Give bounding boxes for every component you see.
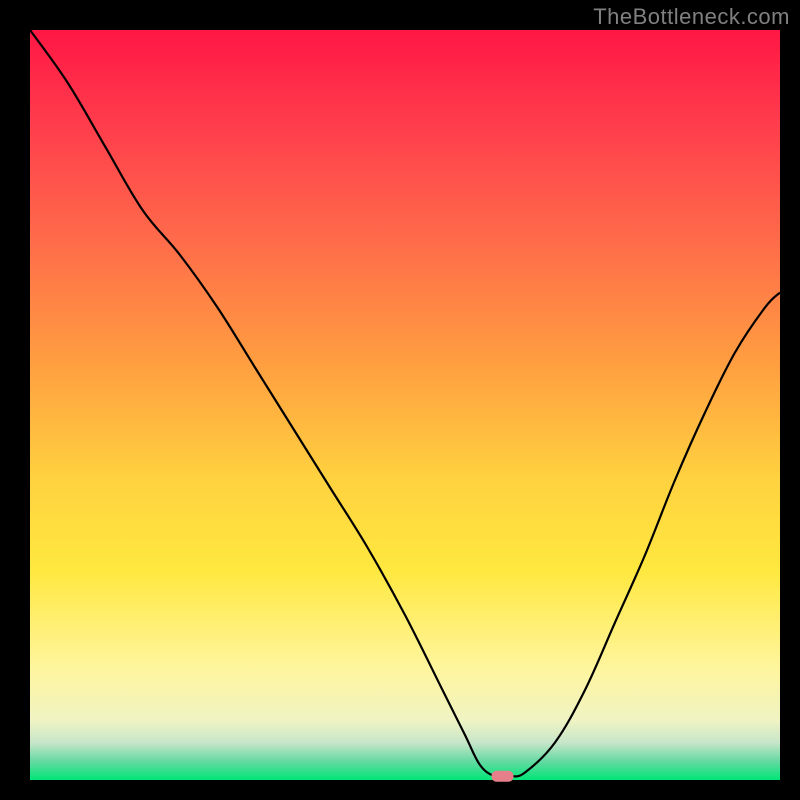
chart-plot-area — [30, 30, 780, 780]
chart-container: TheBottleneck.com — [0, 0, 800, 800]
optimal-marker — [492, 771, 514, 782]
watermark-text: TheBottleneck.com — [593, 4, 790, 30]
chart-svg — [0, 0, 800, 800]
